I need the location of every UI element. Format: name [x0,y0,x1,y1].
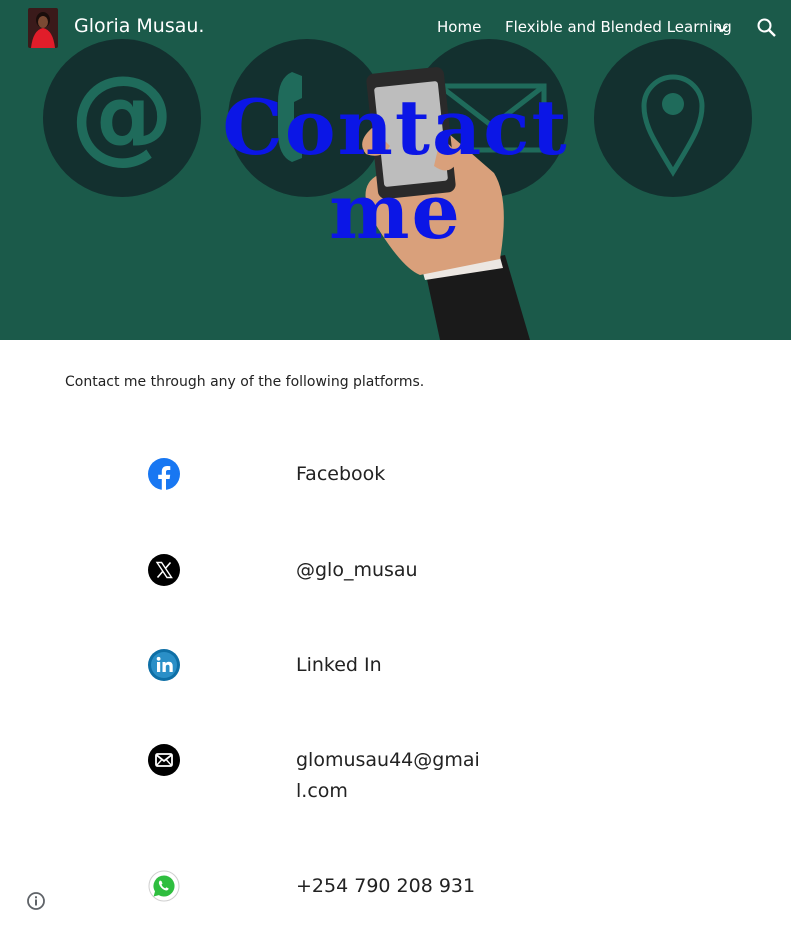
linkedin-icon[interactable] [148,649,180,681]
intro-text: Contact me through any of the following … [65,374,425,390]
avatar-image [28,8,58,48]
email-icon[interactable] [148,744,180,776]
chevron-down-icon[interactable] [713,20,731,38]
hero-title: Contact me [0,86,791,254]
x-twitter-icon[interactable] [148,554,180,586]
facebook-icon[interactable] [148,458,180,490]
hero-title-line2: me [329,167,462,256]
site-avatar[interactable] [28,8,58,48]
contact-label-email[interactable]: glomusau44@gmail.com [296,745,491,807]
hero-title-line1: Contact [222,83,569,172]
search-icon[interactable] [756,17,778,39]
contact-label-twitter[interactable]: @glo_musau [296,555,491,586]
info-icon[interactable] [26,891,46,911]
nav-flexible-blended-learning-link[interactable]: Flexible and Blended Learning [505,18,732,36]
nav-home-link[interactable]: Home [437,18,481,36]
contact-label-linkedin[interactable]: Linked In [296,650,491,681]
site-title[interactable]: Gloria Musau. [74,15,204,37]
whatsapp-icon[interactable] [148,870,180,902]
top-navigation-bar: Gloria Musau. Home Flexible and Blended … [0,0,791,56]
contact-label-whatsapp[interactable]: +254 790 208 931 [296,871,491,902]
contact-label-facebook[interactable]: Facebook [296,459,491,490]
